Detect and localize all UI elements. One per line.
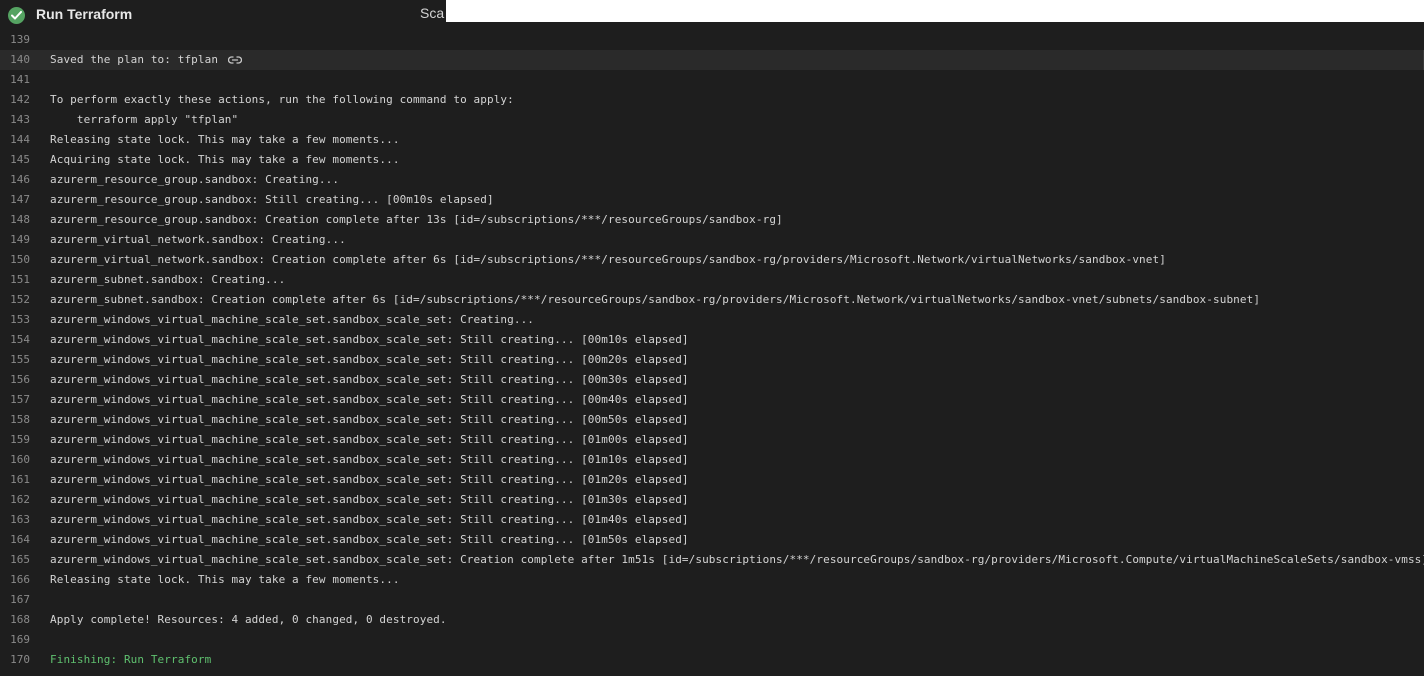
log-line-text: azurerm_subnet.sandbox: Creating...: [50, 273, 286, 286]
line-number[interactable]: 166: [0, 570, 30, 590]
line-number[interactable]: 144: [0, 130, 30, 150]
log-line[interactable]: 141: [0, 70, 1424, 90]
line-number[interactable]: 145: [0, 150, 30, 170]
line-number[interactable]: 154: [0, 330, 30, 350]
log-line-text: azurerm_windows_virtual_machine_scale_se…: [50, 333, 689, 346]
success-check-icon: [8, 7, 25, 24]
header-fragment-text: Sca: [420, 5, 445, 21]
line-number[interactable]: 146: [0, 170, 30, 190]
log-line[interactable]: 148 azurerm_resource_group.sandbox: Creat…: [0, 210, 1424, 230]
link-icon[interactable]: [228, 54, 242, 66]
job-title: Run Terraform: [36, 6, 133, 22]
log-line[interactable]: 170 Finishing: Run Terraform: [0, 650, 1424, 670]
log-line-text: terraform apply "tfplan": [50, 113, 239, 126]
log-line-text: Apply complete! Resources: 4 added, 0 ch…: [50, 613, 447, 626]
line-number[interactable]: 153: [0, 310, 30, 330]
log-line-text: Releasing state lock. This may take a fe…: [50, 133, 400, 146]
line-number[interactable]: 160: [0, 450, 30, 470]
log-line[interactable]: 164 azurerm_windows_virtual_machine_scale…: [0, 530, 1424, 550]
line-number[interactable]: 161: [0, 470, 30, 490]
log-line-text: azurerm_resource_group.sandbox: Still cr…: [50, 193, 494, 206]
log-line[interactable]: 154 azurerm_windows_virtual_machine_scale…: [0, 330, 1424, 350]
log-line-text: azurerm_windows_virtual_machine_scale_se…: [50, 393, 689, 406]
line-number[interactable]: 152: [0, 290, 30, 310]
line-number[interactable]: 147: [0, 190, 30, 210]
log-line[interactable]: 167: [0, 590, 1424, 610]
job-header: Run Terraform Sca: [0, 0, 1424, 30]
log-line[interactable]: 163 azurerm_windows_virtual_machine_scale…: [0, 510, 1424, 530]
log-line-text: azurerm_windows_virtual_machine_scale_se…: [50, 473, 689, 486]
line-number[interactable]: 165: [0, 550, 30, 570]
line-number[interactable]: 140: [0, 50, 30, 70]
line-number[interactable]: 157: [0, 390, 30, 410]
line-number[interactable]: 150: [0, 250, 30, 270]
line-number[interactable]: 163: [0, 510, 30, 530]
log-line-text: azurerm_windows_virtual_machine_scale_se…: [50, 413, 689, 426]
log-line[interactable]: 158 azurerm_windows_virtual_machine_scale…: [0, 410, 1424, 430]
line-number[interactable]: 148: [0, 210, 30, 230]
line-number[interactable]: 162: [0, 490, 30, 510]
log-line-text: Acquiring state lock. This may take a fe…: [50, 153, 400, 166]
log-line[interactable]: 161 azurerm_windows_virtual_machine_scale…: [0, 470, 1424, 490]
log-line[interactable]: 159 azurerm_windows_virtual_machine_scale…: [0, 430, 1424, 450]
line-number[interactable]: 164: [0, 530, 30, 550]
log-line[interactable]: 153 azurerm_windows_virtual_machine_scale…: [0, 310, 1424, 330]
log-line-text: azurerm_windows_virtual_machine_scale_se…: [50, 313, 535, 326]
log-line-text: To perform exactly these actions, run th…: [50, 93, 514, 106]
log-line-text: azurerm_windows_virtual_machine_scale_se…: [50, 553, 1424, 566]
log-line-text: azurerm_windows_virtual_machine_scale_se…: [50, 373, 689, 386]
log-line[interactable]: 143 terraform apply "tfplan": [0, 110, 1424, 130]
log-line[interactable]: 157 azurerm_windows_virtual_machine_scale…: [0, 390, 1424, 410]
log-line[interactable]: 156 azurerm_windows_virtual_machine_scale…: [0, 370, 1424, 390]
log-line-text: azurerm_virtual_network.sandbox: Creatin…: [50, 233, 346, 246]
line-number[interactable]: 142: [0, 90, 30, 110]
line-number[interactable]: 151: [0, 270, 30, 290]
line-number[interactable]: 149: [0, 230, 30, 250]
log-line[interactable]: 139: [0, 30, 1424, 50]
log-output[interactable]: 139 140 Saved the plan to: tfplan 141 142 To …: [0, 30, 1424, 670]
log-line-text: azurerm_resource_group.sandbox: Creation…: [50, 213, 783, 226]
log-line-text: Saved the plan to: tfplan: [50, 53, 219, 66]
log-line-text: azurerm_windows_virtual_machine_scale_se…: [50, 453, 689, 466]
log-line[interactable]: 169: [0, 630, 1424, 650]
log-line[interactable]: 151 azurerm_subnet.sandbox: Creating...: [0, 270, 1424, 290]
log-line[interactable]: 142 To perform exactly these actions, run…: [0, 90, 1424, 110]
log-line[interactable]: 162 azurerm_windows_virtual_machine_scale…: [0, 490, 1424, 510]
line-number[interactable]: 169: [0, 630, 30, 650]
line-number[interactable]: 143: [0, 110, 30, 130]
log-line-text: Releasing state lock. This may take a fe…: [50, 573, 400, 586]
line-number[interactable]: 155: [0, 350, 30, 370]
log-line[interactable]: 152 azurerm_subnet.sandbox: Creation comp…: [0, 290, 1424, 310]
log-line[interactable]: 166 Releasing state lock. This may take a…: [0, 570, 1424, 590]
log-line[interactable]: 146 azurerm_resource_group.sandbox: Creat…: [0, 170, 1424, 190]
log-line[interactable]: 168 Apply complete! Resources: 4 added, 0…: [0, 610, 1424, 630]
log-line-text: azurerm_windows_virtual_machine_scale_se…: [50, 533, 689, 546]
line-number[interactable]: 159: [0, 430, 30, 450]
log-line-text: azurerm_windows_virtual_machine_scale_se…: [50, 433, 689, 446]
log-line[interactable]: 160 azurerm_windows_virtual_machine_scale…: [0, 450, 1424, 470]
line-number[interactable]: 141: [0, 70, 30, 90]
log-line-text: azurerm_windows_virtual_machine_scale_se…: [50, 513, 689, 526]
line-number[interactable]: 156: [0, 370, 30, 390]
log-line[interactable]: 155 azurerm_windows_virtual_machine_scale…: [0, 350, 1424, 370]
line-number[interactable]: 170: [0, 650, 30, 670]
line-number[interactable]: 158: [0, 410, 30, 430]
line-number[interactable]: 168: [0, 610, 30, 630]
log-line-text: azurerm_virtual_network.sandbox: Creatio…: [50, 253, 1166, 266]
log-line[interactable]: 165 azurerm_windows_virtual_machine_scale…: [0, 550, 1424, 570]
header-blank-area: [446, 0, 1424, 22]
line-number[interactable]: 139: [0, 30, 30, 50]
log-line-text: Finishing: Run Terraform: [50, 653, 212, 666]
log-line-text: azurerm_subnet.sandbox: Creation complet…: [50, 293, 1261, 306]
log-line[interactable]: 150 azurerm_virtual_network.sandbox: Crea…: [0, 250, 1424, 270]
log-line-text: azurerm_resource_group.sandbox: Creating…: [50, 173, 340, 186]
log-line-text: azurerm_windows_virtual_machine_scale_se…: [50, 353, 689, 366]
log-line[interactable]: 140 Saved the plan to: tfplan: [0, 50, 1424, 70]
log-line[interactable]: 144 Releasing state lock. This may take a…: [0, 130, 1424, 150]
log-line[interactable]: 149 azurerm_virtual_network.sandbox: Crea…: [0, 230, 1424, 250]
log-line-text: azurerm_windows_virtual_machine_scale_se…: [50, 493, 689, 506]
log-line[interactable]: 147 azurerm_resource_group.sandbox: Still…: [0, 190, 1424, 210]
line-number[interactable]: 167: [0, 590, 30, 610]
log-line[interactable]: 145 Acquiring state lock. This may take a…: [0, 150, 1424, 170]
